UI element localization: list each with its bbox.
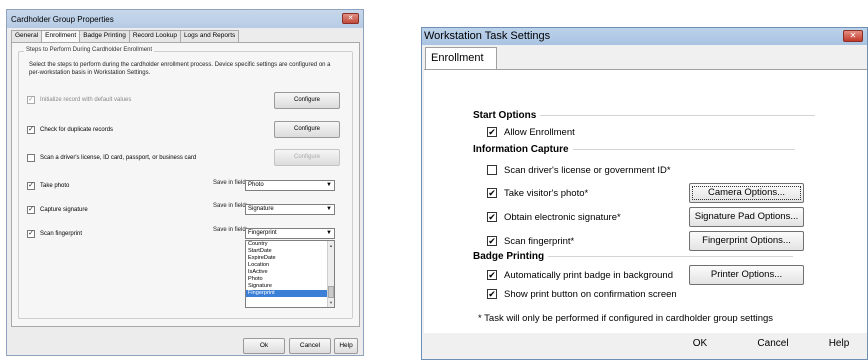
right-dialog-title: Workstation Task Settings: [424, 30, 551, 42]
fingerprint-save-label: Save in field:: [213, 227, 248, 233]
section-divider: [572, 149, 795, 150]
chevron-down-icon: ▼: [326, 230, 332, 236]
scroll-down-icon[interactable]: ▼: [329, 299, 333, 306]
scan-license-checkbox[interactable]: [27, 154, 35, 162]
auto-print-checkbox[interactable]: ✔: [487, 270, 497, 280]
take-photo-checkbox[interactable]: ✔: [487, 188, 497, 198]
scan-license-checkbox[interactable]: [487, 165, 497, 175]
scan-fingerprint-checkbox[interactable]: ✓: [27, 230, 35, 238]
scan-fingerprint-option[interactable]: ✔ Scan fingerprint*: [487, 234, 574, 248]
allow-enrollment-option[interactable]: ✔ Allow Enrollment: [487, 125, 575, 139]
cancel-button[interactable]: Cancel: [740, 333, 806, 355]
photo-field-select[interactable]: Photo ▼: [245, 180, 335, 191]
close-icon: ✕: [849, 31, 857, 40]
dropdown-option-selected[interactable]: Fingerprint: [246, 290, 334, 297]
ok-button[interactable]: OK: [670, 333, 730, 355]
dropdown-option[interactable]: IsActive: [246, 269, 334, 276]
field-dropdown-list[interactable]: Country StartDate ExpireDate Location Is…: [245, 240, 335, 308]
allow-enrollment-checkbox[interactable]: ✔: [487, 127, 497, 137]
tab-record-lookup[interactable]: Record Lookup: [128, 30, 181, 42]
help-button[interactable]: Help: [334, 338, 358, 354]
tab-badge-printing[interactable]: Badge Printing: [79, 30, 130, 42]
chevron-down-icon: ▼: [326, 182, 332, 188]
show-print-button-option[interactable]: ✔ Show print button on confirmation scre…: [487, 287, 677, 301]
configure-scan-button[interactable]: Configure: [274, 149, 340, 166]
photo-save-label: Save in field:: [213, 180, 248, 186]
electronic-signature-option[interactable]: ✔ Obtain electronic signature*: [487, 210, 621, 224]
scan-fingerprint-checkbox[interactable]: ✔: [487, 236, 497, 246]
initialize-record-option[interactable]: ✓ Initialize record with default values: [27, 93, 131, 107]
chevron-down-icon: ▼: [326, 206, 332, 212]
tab-enrollment[interactable]: Enrollment: [425, 47, 497, 69]
configure-duplicates-button[interactable]: Configure: [274, 121, 340, 138]
cancel-button[interactable]: Cancel: [289, 338, 331, 354]
section-divider: [540, 115, 816, 116]
scan-license-option[interactable]: Scan a driver's license, ID card, passpo…: [27, 151, 196, 165]
show-print-button-checkbox[interactable]: ✔: [487, 289, 497, 299]
left-titlebar: Cardholder Group Properties ✕: [7, 10, 363, 28]
take-photo-option[interactable]: ✔ Take visitor's photo*: [487, 186, 588, 200]
dropdown-option[interactable]: Signature: [246, 283, 334, 290]
section-divider: [548, 256, 794, 257]
auto-print-option[interactable]: ✔ Automatically print badge in backgroun…: [487, 268, 673, 282]
take-photo-checkbox[interactable]: ✓: [27, 182, 35, 190]
check-duplicates-option[interactable]: ✓ Check for duplicate records: [27, 123, 113, 137]
scan-license-option[interactable]: Scan driver's license or government ID*: [487, 163, 671, 177]
footnote: * Task will only be performed if configu…: [478, 313, 774, 324]
dropdown-scrollbar[interactable]: ▲ ▼: [327, 241, 334, 307]
dropdown-option[interactable]: Country: [246, 241, 334, 248]
printer-options-button[interactable]: Printer Options...: [689, 265, 804, 285]
workstation-task-settings-dialog: Workstation Task Settings ✕ Enrollment S…: [421, 27, 868, 360]
capture-signature-checkbox[interactable]: ✓: [27, 206, 35, 214]
cardholder-group-properties-dialog: Cardholder Group Properties ✕ General En…: [6, 9, 364, 356]
scrollbar-thumb[interactable]: [328, 286, 334, 298]
enrollment-page: Start Options ✔ Allow Enrollment Informa…: [424, 69, 867, 333]
dropdown-option[interactable]: Photo: [246, 276, 334, 283]
left-close-button[interactable]: ✕: [342, 13, 359, 24]
start-options-heading: Start Options: [473, 110, 816, 121]
initialize-record-checkbox[interactable]: ✓: [27, 96, 35, 104]
tab-logs-and-reports[interactable]: Logs and Reports: [179, 30, 240, 42]
signature-pad-options-button[interactable]: Signature Pad Options...: [689, 207, 804, 227]
scan-fingerprint-option[interactable]: ✓ Scan fingerprint: [27, 227, 82, 241]
right-close-button[interactable]: ✕: [843, 30, 863, 42]
dropdown-option[interactable]: StartDate: [246, 248, 334, 255]
configure-defaults-button[interactable]: Configure: [274, 92, 340, 109]
tab-general[interactable]: General: [11, 30, 43, 42]
group-description: Select the steps to perform during the c…: [29, 62, 331, 76]
signature-save-label: Save in field:: [213, 203, 248, 209]
information-capture-heading: Information Capture: [473, 144, 795, 155]
left-tab-strip: General Enrollment Badge Printing Record…: [11, 30, 240, 43]
camera-options-button[interactable]: Camera Options...: [689, 183, 804, 203]
enrollment-steps-group: Steps to Perform During Cardholder Enrol…: [18, 47, 353, 319]
badge-printing-heading: Badge Printing: [473, 251, 794, 262]
dropdown-option[interactable]: Location: [246, 262, 334, 269]
dropdown-option[interactable]: ExpireDate: [246, 255, 334, 262]
take-photo-option[interactable]: ✓ Take photo: [27, 179, 69, 193]
help-button[interactable]: Help: [814, 333, 864, 355]
electronic-signature-checkbox[interactable]: ✔: [487, 212, 497, 222]
signature-field-select[interactable]: Signature ▼: [245, 204, 335, 215]
left-dialog-title: Cardholder Group Properties: [11, 14, 114, 24]
fingerprint-options-button[interactable]: Fingerprint Options...: [689, 231, 804, 251]
close-icon: ✕: [347, 15, 354, 22]
capture-signature-option[interactable]: ✓ Capture signature: [27, 203, 88, 217]
scroll-up-icon[interactable]: ▲: [329, 242, 333, 249]
check-duplicates-checkbox[interactable]: ✓: [27, 126, 35, 134]
enrollment-tab-page: Steps to Perform During Cardholder Enrol…: [11, 42, 360, 327]
right-titlebar: Workstation Task Settings ✕: [422, 28, 867, 45]
ok-button[interactable]: Ok: [243, 338, 285, 354]
fingerprint-field-select[interactable]: Fingerprint ▼: [245, 228, 335, 239]
group-title: Steps to Perform During Cardholder Enrol…: [24, 47, 155, 53]
